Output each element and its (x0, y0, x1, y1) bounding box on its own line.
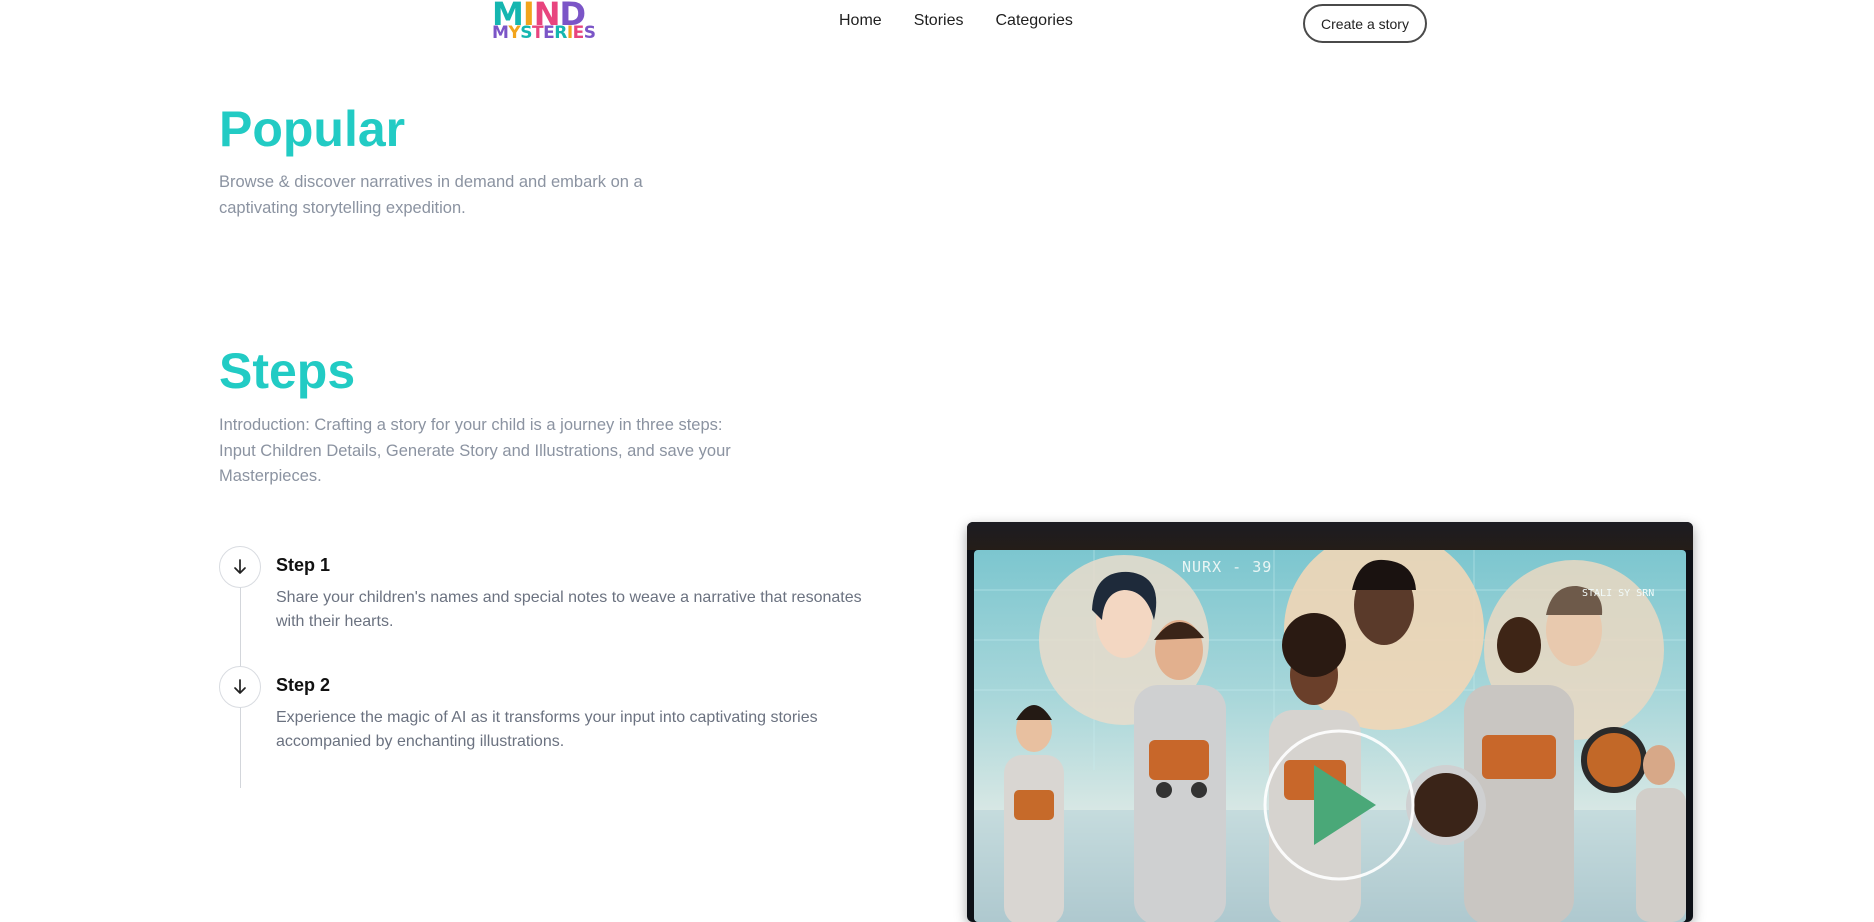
step-title: Step 1 (276, 555, 331, 575)
site-header: MIND MYSTERIES Home Stories Categories C… (0, 0, 1874, 48)
video-hud-right: STALI SY SRN (1582, 588, 1655, 599)
video-hud-label: NURX - 39 (1182, 558, 1273, 576)
video-player[interactable]: NURX - 39 STALI SY SRN (967, 522, 1693, 922)
video-thumbnail: NURX - 39 STALI SY SRN (974, 550, 1686, 922)
popular-title: Popular (219, 101, 406, 157)
popular-description: Browse & discover narratives in demand a… (219, 173, 643, 217)
main-nav: Home Stories Categories (839, 12, 1073, 30)
arrow-down-icon (219, 666, 261, 708)
logo-bottom-text: MYSTERIES (492, 23, 596, 43)
astronaut-crew-illustration (974, 550, 1686, 922)
nav-home[interactable]: Home (839, 12, 882, 30)
steps-description: Introduction: Crafting a story for your … (219, 416, 731, 485)
video-frame-top (967, 522, 1693, 550)
step-title: Step 2 (276, 675, 331, 695)
nav-stories[interactable]: Stories (914, 12, 964, 30)
nav-categories[interactable]: Categories (995, 12, 1072, 30)
step-text: Experience the magic of AI as it transfo… (276, 709, 818, 750)
create-story-button[interactable]: Create a story (1303, 4, 1427, 43)
logo[interactable]: MIND MYSTERIES (490, 0, 600, 46)
steps-title: Steps (219, 343, 356, 399)
arrow-down-icon (219, 546, 261, 588)
step-text: Share your children's names and special … (276, 589, 862, 630)
